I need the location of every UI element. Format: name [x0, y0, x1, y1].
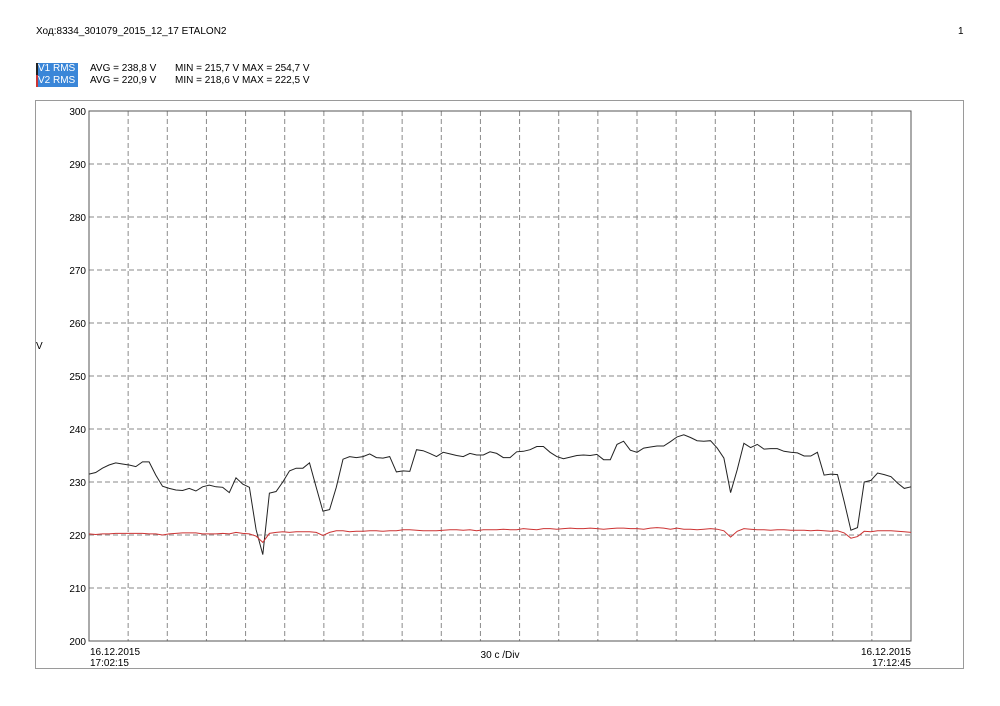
x-division-label: 30 c /Div: [481, 650, 520, 661]
x-end-date: 16.12.2015: [861, 647, 911, 658]
x-end-time: 17:12:45: [872, 658, 911, 669]
y-tick-label: 300: [69, 107, 86, 118]
y-tick-label: 270: [69, 266, 86, 277]
y-tick-label: 290: [69, 160, 86, 171]
chart-grid: [89, 111, 911, 641]
y-tick-label: 250: [69, 372, 86, 383]
y-tick-label: 280: [69, 213, 86, 224]
y-tick-label: 240: [69, 425, 86, 436]
x-start-date: 16.12.2015: [90, 647, 140, 658]
y-tick-label: 230: [69, 478, 86, 489]
y-tick-labels: 200 210 220 230 240 250 260 270 280 290 300: [69, 107, 86, 648]
x-start-time: 17:02:15: [90, 658, 129, 669]
y-tick-label: 200: [69, 637, 86, 648]
y-tick-label: 260: [69, 319, 86, 330]
y-tick-label: 220: [69, 531, 86, 542]
series-line-v1: [88, 434, 912, 555]
y-axis-label: V: [36, 341, 43, 352]
y-tick-label: 210: [69, 584, 86, 595]
voltage-chart: 200 210 220 230 240 250 260 270 280 290 300 V 16.1…: [36, 107, 912, 669]
series-lines: [88, 434, 912, 555]
